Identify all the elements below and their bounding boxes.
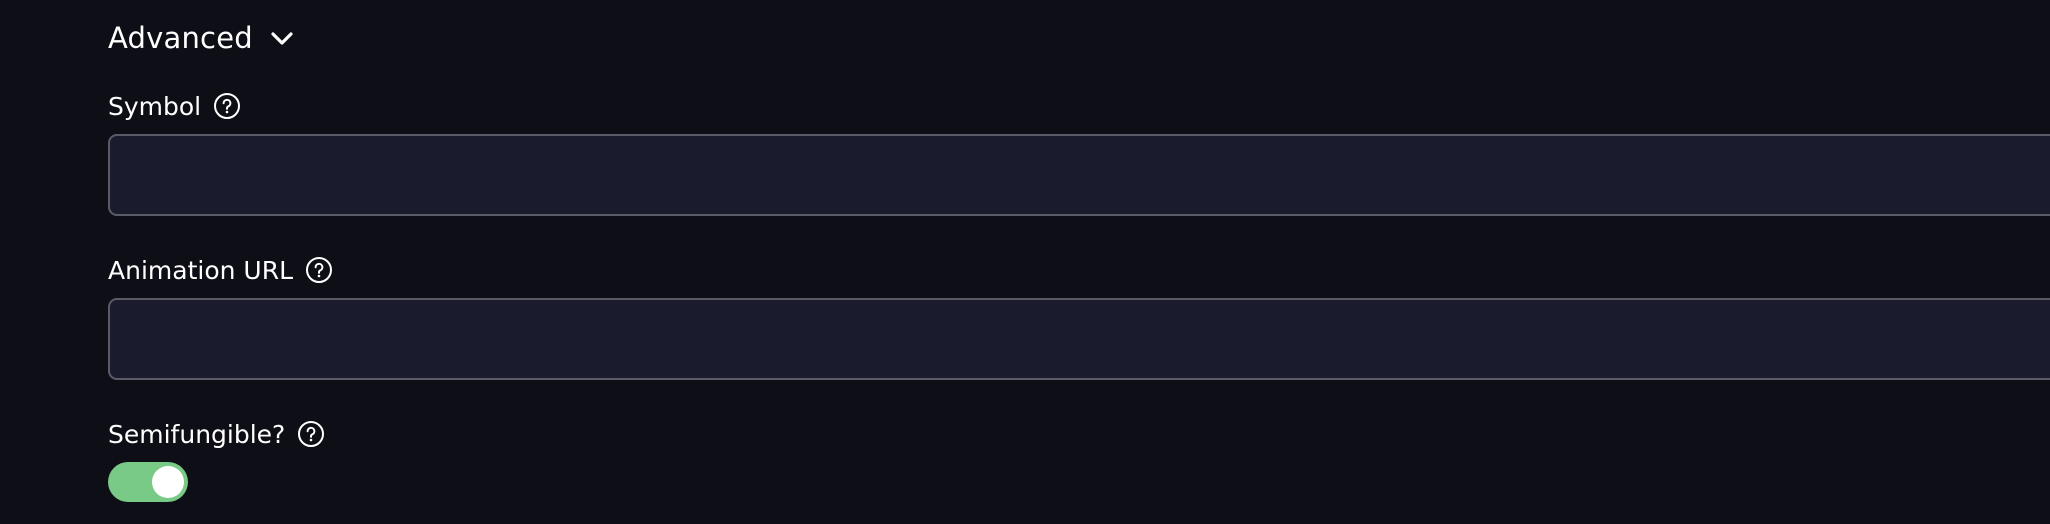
help-circle-icon[interactable] [297, 420, 325, 448]
semifungible-label-row: Semifungible? [108, 416, 325, 452]
symbol-label: Symbol [108, 91, 202, 121]
advanced-settings-panel: Advanced Symbol Animation URL Semifungib… [0, 0, 2050, 524]
help-circle-icon[interactable] [305, 256, 333, 284]
semifungible-label: Semifungible? [108, 419, 286, 449]
advanced-section-toggle[interactable]: Advanced [108, 16, 295, 60]
animation-url-label: Animation URL [108, 255, 293, 285]
animation-url-label-row: Animation URL [108, 252, 333, 288]
help-circle-icon[interactable] [213, 92, 241, 120]
animation-url-input[interactable] [108, 298, 2050, 380]
toggle-knob [152, 466, 184, 498]
symbol-label-row: Symbol [108, 88, 241, 124]
chevron-down-icon [269, 25, 295, 51]
semifungible-toggle[interactable] [108, 462, 188, 502]
advanced-section-title: Advanced [108, 21, 253, 55]
symbol-input[interactable] [108, 134, 2050, 216]
